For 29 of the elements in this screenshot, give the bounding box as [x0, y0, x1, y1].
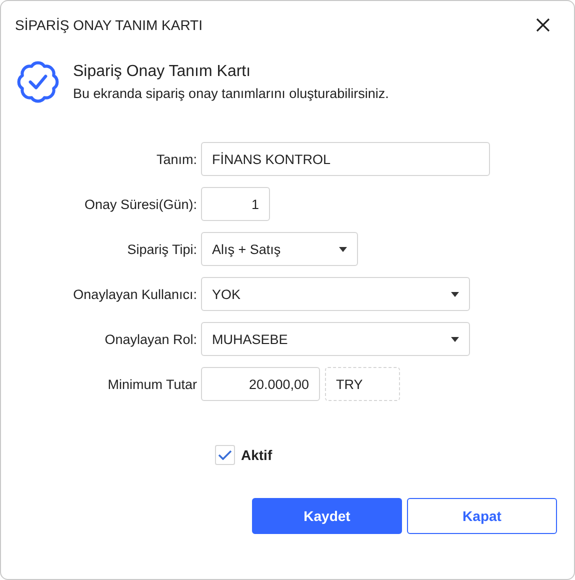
- caret-icon: [339, 246, 347, 252]
- dropdown[interactable]: Alış + Satış: [201, 232, 358, 266]
- close-button[interactable]: [534, 16, 552, 34]
- currency-field[interactable]: TRY: [325, 367, 400, 401]
- amount-field[interactable]: 20.000,00: [201, 367, 320, 401]
- caret-icon: [451, 336, 459, 342]
- active-checkbox[interactable]: [215, 445, 235, 465]
- field-label: Sipariş Tipi:: [126, 242, 197, 256]
- save-button[interactable]: Kaydet: [252, 498, 402, 534]
- dropdown-value: MUHASEBE: [212, 332, 288, 346]
- window-title: SİPARİŞ ONAY TANIM KARTI: [15, 17, 202, 33]
- field-label: Minimum Tutar: [106, 376, 197, 392]
- header-title: Sipariş Onay Tanım Kartı: [73, 63, 252, 81]
- caret-icon: [451, 292, 459, 296]
- verified-badge-icon: [15, 59, 61, 105]
- dropdown-value: YOK: [212, 286, 241, 302]
- field-label: Onaylayan Rol:: [104, 332, 197, 346]
- checkbox-label: Aktif: [241, 447, 272, 463]
- dropdown[interactable]: MUHASEBE: [201, 322, 470, 356]
- field-label: Onaylayan Kullanıcı:: [72, 286, 197, 302]
- dropdown[interactable]: YOK: [201, 277, 470, 311]
- dropdown-value: Alış + Satış: [212, 242, 281, 256]
- field-label: Tanım:: [155, 152, 197, 166]
- header-subtitle: Bu ekranda sipariş onay tanımlarını oluşturabilirsiniz.: [73, 86, 389, 101]
- number-field[interactable]: 1: [201, 187, 270, 221]
- check-icon: [218, 450, 232, 460]
- close-dialog-button[interactable]: Kapat: [407, 498, 557, 534]
- field-label: Onay Süresi(Gün):: [83, 196, 197, 212]
- text-field[interactable]: FİNANS KONTROL: [201, 142, 490, 176]
